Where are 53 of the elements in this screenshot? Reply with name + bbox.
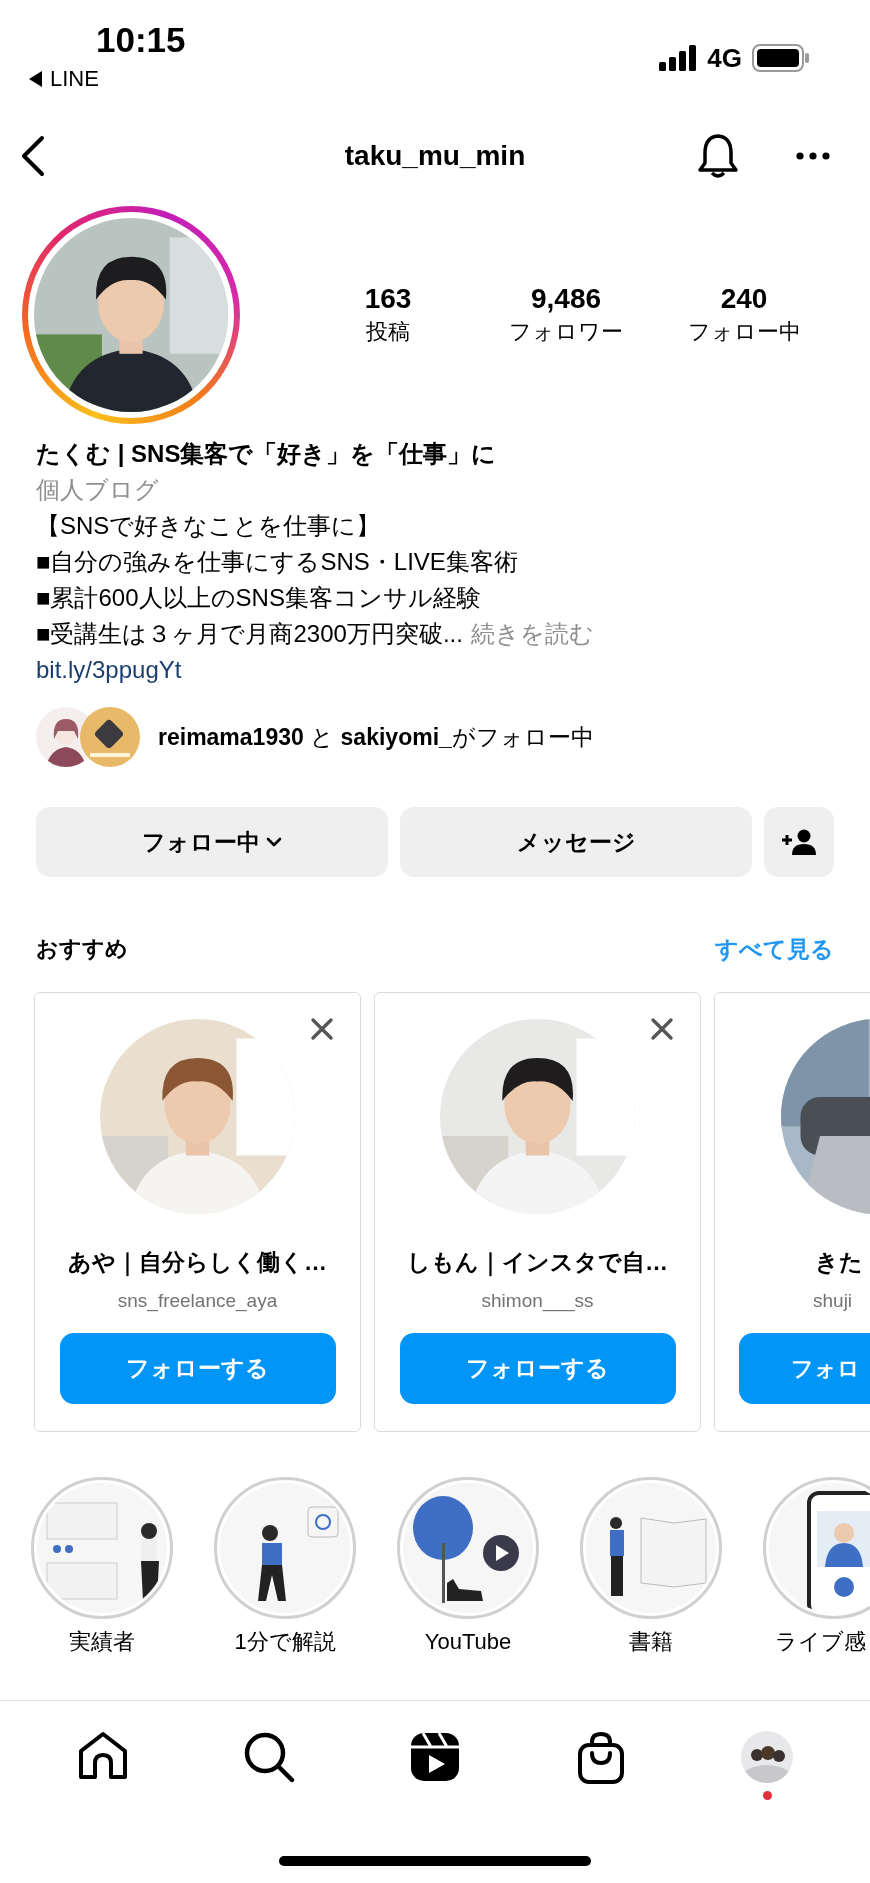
stat-label: 投稿 — [366, 318, 410, 346]
network-type: 4G — [707, 42, 742, 74]
highlight-label: 書籍 — [629, 1628, 673, 1656]
reels-icon[interactable] — [409, 1731, 461, 1783]
stat-label: フォロワー — [509, 318, 623, 346]
highlight-circle[interactable] — [580, 1477, 722, 1619]
suggested-username: sns_freelance_aya — [117, 1289, 278, 1314]
chevron-down-icon — [266, 837, 282, 847]
more-icon[interactable] — [796, 152, 830, 160]
bio-line: 【SNSで好きなことを仕事に】 — [36, 511, 381, 541]
bell-icon[interactable] — [696, 133, 740, 179]
status-time: 10:15 — [96, 19, 186, 61]
bio-line: ■自分の強みを仕事にするSNS・LIVE集客術 — [36, 547, 518, 577]
close-icon[interactable] — [650, 1017, 674, 1041]
highlight-label: YouTube — [424, 1628, 512, 1656]
followed-by-text: reimama1930 と sakiyomi_がフォロー中 — [158, 722, 594, 752]
home-icon[interactable] — [77, 1731, 129, 1781]
stat-label: フォロー中 — [687, 318, 801, 346]
highlight-label: ライブ感 — [775, 1628, 866, 1656]
stat-count: 163 — [364, 283, 412, 315]
suggestion-card[interactable]: きた shuji フォロ — [714, 992, 870, 1432]
highlight-circle[interactable] — [31, 1477, 173, 1619]
message-button[interactable]: メッセージ — [400, 807, 752, 877]
suggestion-card[interactable]: しもん｜インスタで自… shimon___ss フォローする — [374, 992, 701, 1432]
highlight-circle[interactable] — [214, 1477, 356, 1619]
shopping-bag-icon[interactable] — [577, 1731, 625, 1785]
stat-count: 9,486 — [530, 283, 602, 315]
add-person-icon — [782, 829, 816, 855]
section-title: おすすめ — [36, 935, 128, 963]
suggested-name: あや｜自分らしく働く… — [68, 1248, 327, 1277]
back-to-app-link[interactable]: LINE — [28, 66, 99, 92]
back-triangle-icon — [28, 70, 44, 88]
suggestion-card[interactable]: あや｜自分らしく働く… sns_freelance_aya フォローする — [34, 992, 361, 1432]
profile-username: taku_mu_min — [344, 140, 526, 172]
suggested-username: shuji — [813, 1289, 853, 1313]
add-person-button[interactable] — [764, 807, 834, 877]
bio-line: ■受講生は３ヶ月で月商2300万円突破... — [36, 620, 463, 647]
bio-link[interactable]: bit.ly/3ppugYt — [36, 652, 182, 688]
highlight-label: 1分で解説 — [234, 1628, 336, 1656]
display-name: たくむ | SNS集客で「好き」を「仕事」に — [36, 439, 497, 469]
bio-line: ■累計600人以上のSNS集客コンサル経験 — [36, 583, 481, 613]
category-label: 個人ブログ — [36, 475, 159, 505]
close-icon[interactable] — [310, 1017, 334, 1041]
signal-icon — [659, 45, 698, 71]
following-button[interactable]: フォロー中 — [36, 807, 388, 877]
highlight-label: 実績者 — [69, 1628, 135, 1656]
suggested-username: shimon___ss — [481, 1289, 594, 1314]
battery-icon — [752, 44, 810, 72]
suggested-name: きた — [815, 1248, 863, 1277]
suggested-name: しもん｜インスタで自… — [407, 1248, 668, 1277]
highlight-circle[interactable] — [397, 1477, 539, 1619]
stat-count: 240 — [720, 283, 768, 315]
search-icon[interactable] — [243, 1731, 295, 1783]
